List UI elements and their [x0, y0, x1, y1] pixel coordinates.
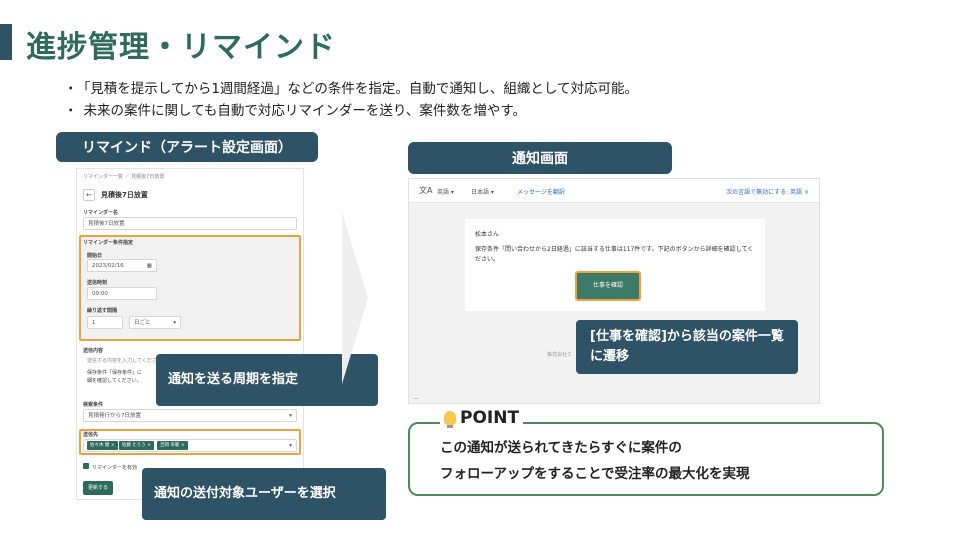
disable-translation-link[interactable]: 次の言語で無効にする: 英語 ×: [726, 187, 809, 196]
target-language-select[interactable]: 日本語 ▾: [471, 187, 494, 196]
point-text-line: フォローアップをすることで受注率の最大化を実現: [440, 466, 750, 482]
users-callout: 通知の送付対象ユーザーを選択: [142, 468, 386, 520]
translate-bar: 文A 英語 ▾ 日本語 ▾ メッセージを翻訳 次の言語で無効にする: 英語 ×: [409, 179, 819, 203]
translate-message-link[interactable]: メッセージを翻訳: [517, 187, 565, 196]
enable-checkbox[interactable]: [83, 463, 89, 469]
recipients-highlight: [79, 429, 301, 455]
email-body: 保存条件「問い合わせから2日経過」に該当する仕事は117件です。下記のボタンから…: [475, 246, 754, 263]
point-box: [408, 422, 884, 496]
bullet-list: 「見積を提示してから1週間経過」などの条件を指定。自動で通知し、組織として対応可…: [64, 78, 639, 122]
cycle-highlight: [79, 235, 301, 341]
search-condition-label: 検索条件: [83, 402, 104, 408]
point-heading: POINT: [440, 408, 524, 428]
page-title: 進捗管理・リマインド: [26, 30, 336, 65]
search-condition-value: 見積発行から7日放置: [88, 413, 141, 419]
reminder-name-field[interactable]: 見積後7日放置: [83, 217, 297, 230]
alert-settings-label: リマインド（アラート設定画面）: [56, 132, 318, 162]
point-text-line: この通知が送られてきたらすぐに案件の: [440, 440, 682, 456]
reminder-heading: 見積後7日放置: [101, 191, 148, 199]
translate-icon: 文A: [419, 186, 433, 195]
search-condition-select[interactable]: 見積発行から7日放置 ▾: [83, 409, 297, 422]
reminder-name-label: リマインダー名: [83, 210, 119, 216]
check-jobs-button[interactable]: 仕事を確認: [575, 271, 641, 301]
alert-settings-screenshot: リマインダー一覧 ／ 見積後7日放置 ← 見積後7日放置 リマインダー名 見積後…: [76, 168, 304, 500]
notification-label: 通知画面: [408, 142, 672, 174]
email-divider: —: [413, 395, 419, 402]
chevron-down-icon: ▾: [289, 413, 292, 419]
update-button[interactable]: 更新する: [83, 481, 113, 495]
email-footer: 株式会社ミ: [547, 352, 573, 358]
source-language-select[interactable]: 英語 ▾: [437, 187, 454, 196]
email-card: 松本さん 保存条件「問い合わせから2日経過」に該当する仕事は117件です。下記の…: [465, 219, 765, 311]
flow-arrow-icon: [342, 212, 368, 384]
bullet-item: 未来の案件に関しても自動で対応リマインダーを送り、案件数を増やす。: [64, 100, 638, 122]
content-text: 保存条件「保存条件」に: [87, 370, 143, 376]
content-label: 送信内容: [83, 348, 104, 354]
bullet-item: 「見積を提示してから1週間経過」などの条件を指定。自動で通知し、組織として対応可…: [64, 78, 639, 100]
arrow-left-icon[interactable]: ←: [83, 189, 95, 201]
breadcrumb: リマインダー一覧 ／ 見積後7日放置: [83, 174, 165, 180]
content-placeholder: 送信する内容を入力してください: [87, 358, 162, 364]
transition-callout: [仕事を確認]から該当の案件一覧に遷移: [576, 320, 798, 374]
point-heading-text: POINT: [460, 408, 520, 428]
email-greeting: 松本さん: [475, 231, 500, 238]
lightbulb-icon: [444, 411, 456, 428]
enable-checkbox-label: リマインダーを有効: [92, 465, 138, 471]
title-accent-bar: [0, 24, 12, 60]
content-text: 細を確認してください。: [87, 378, 142, 384]
